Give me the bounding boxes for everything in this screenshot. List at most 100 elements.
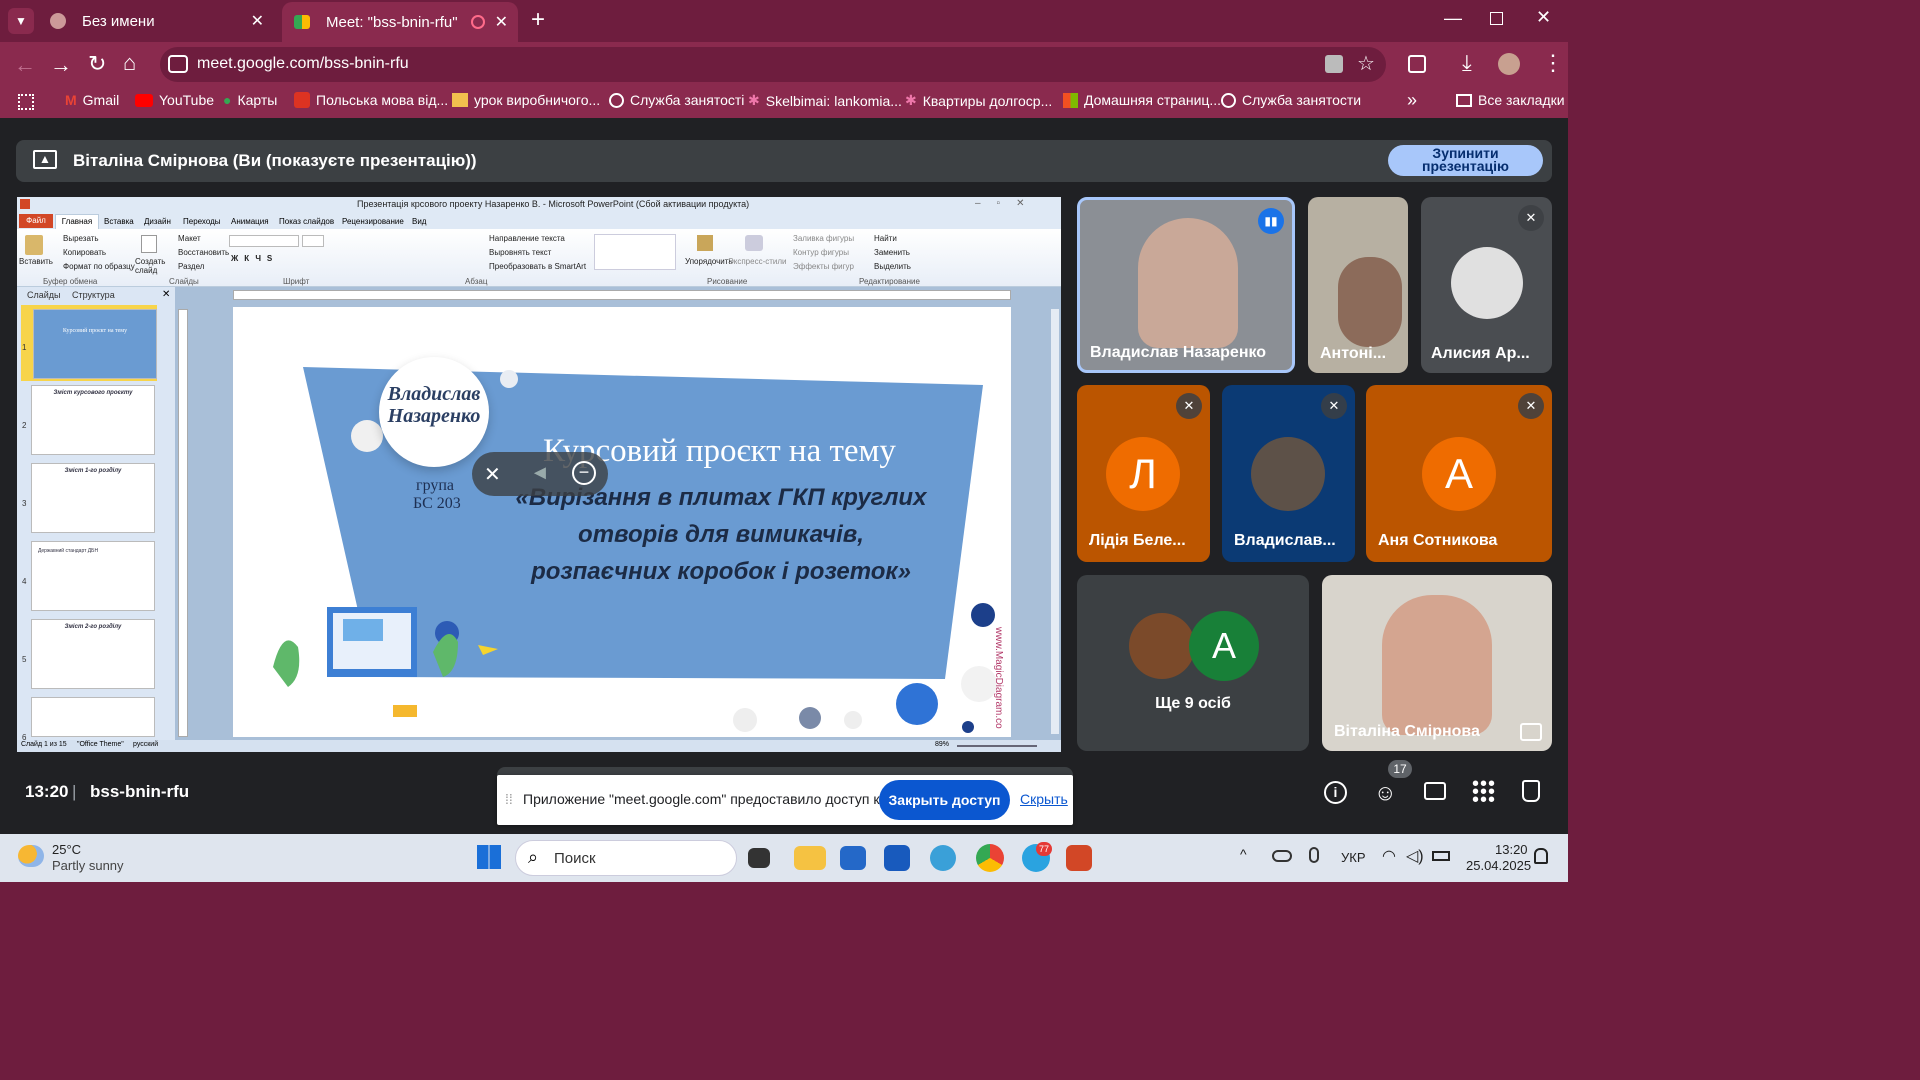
- cut-button[interactable]: Вырезать: [63, 234, 99, 243]
- tab-untitled[interactable]: Без имени ✕: [44, 0, 274, 42]
- more-participants-tile[interactable]: A Ще 9 осіб: [1077, 575, 1309, 751]
- ppt-tab-slideshow[interactable]: Показ слайдов: [279, 217, 334, 226]
- bookmark-employment[interactable]: Служба занятості: [609, 92, 744, 108]
- new-tab-icon[interactable]: +: [531, 6, 545, 34]
- microphone-icon[interactable]: [1309, 847, 1319, 863]
- back-icon[interactable]: ←: [14, 52, 36, 78]
- participant-tile[interactable]: А ✕ Аня Сотникова: [1366, 385, 1552, 562]
- start-icon[interactable]: [477, 845, 501, 869]
- participant-tile[interactable]: Віталіна Смірнова: [1322, 575, 1552, 751]
- editor-scrollbar[interactable]: [1051, 309, 1059, 734]
- ppt-tab-insert[interactable]: Вставка: [104, 217, 134, 226]
- tab-slides[interactable]: Слайды: [27, 290, 61, 300]
- participant-tile[interactable]: ▮▮ Владислав Назаренко: [1077, 197, 1295, 373]
- media-player-icon[interactable]: [930, 845, 956, 871]
- shape-fill-button[interactable]: Заливка фигуры: [793, 234, 854, 243]
- minimize-icon[interactable]: —: [1444, 8, 1462, 29]
- shapes-gallery[interactable]: [594, 234, 676, 270]
- wifi-icon[interactable]: ◠: [1382, 846, 1396, 866]
- new-slide-button[interactable]: Создать слайд: [135, 257, 165, 275]
- forward-icon[interactable]: →: [50, 52, 72, 78]
- home-icon[interactable]: ⌂: [123, 50, 136, 76]
- remove-icon[interactable]: −: [572, 461, 596, 485]
- bookmark-maps[interactable]: ● Карты: [223, 92, 277, 108]
- bookmark-skelbimai[interactable]: ✱ Skelbimai: lankomia...: [748, 92, 902, 109]
- shape-outline-button[interactable]: Контур фигуры: [793, 248, 849, 257]
- align-text-button[interactable]: Выровнять текст: [489, 248, 551, 257]
- paste-button[interactable]: Вставить: [19, 257, 53, 266]
- text-direction-button[interactable]: Направление текста: [489, 234, 565, 243]
- weather-icon[interactable]: [18, 845, 44, 867]
- close-tab-icon[interactable]: ✕: [495, 12, 508, 32]
- find-button[interactable]: Найти: [874, 234, 897, 243]
- replace-button[interactable]: Заменить: [874, 248, 910, 257]
- status-zoom[interactable]: 89%: [935, 741, 949, 748]
- onedrive-icon[interactable]: [1272, 850, 1292, 862]
- shape-effects-button[interactable]: Эффекты фигур: [793, 262, 854, 271]
- bookmark-youtube[interactable]: YouTube: [135, 92, 214, 108]
- arrange-button[interactable]: Упорядочить: [685, 257, 733, 266]
- ppt-tab-home[interactable]: Главная: [55, 214, 99, 230]
- hide-link[interactable]: Скрыть: [1020, 791, 1068, 807]
- file-explorer-icon[interactable]: [794, 846, 826, 870]
- more-bookmarks-icon[interactable]: »: [1407, 90, 1417, 111]
- profile-avatar[interactable]: [1498, 53, 1520, 75]
- people-icon[interactable]: ☺: [1374, 780, 1396, 806]
- info-icon[interactable]: i: [1324, 781, 1347, 804]
- ppt-tab-review[interactable]: Рецензирование: [342, 217, 404, 226]
- ppt-tab-design[interactable]: Дизайн: [144, 217, 171, 226]
- participant-tile[interactable]: Антоні...: [1308, 197, 1408, 373]
- font-size-box[interactable]: [302, 235, 324, 247]
- zoom-slider[interactable]: [957, 745, 1037, 747]
- clock-date[interactable]: 25.04.2025: [1466, 858, 1531, 873]
- download-icon[interactable]: ⤓: [1462, 50, 1472, 76]
- reload-icon[interactable]: ↻: [88, 51, 106, 77]
- ppt-tab-file[interactable]: Файл: [19, 214, 53, 228]
- copy-button[interactable]: Копировать: [63, 248, 106, 257]
- battery-icon[interactable]: [1432, 851, 1450, 861]
- slide-thumb-2[interactable]: Зміст курсового проєкту: [31, 385, 155, 455]
- weather-temp[interactable]: 25°C: [52, 842, 81, 857]
- activities-icon[interactable]: ••• ••• •••: [1472, 774, 1496, 810]
- store-icon[interactable]: [840, 846, 866, 870]
- ppt-tab-view[interactable]: Вид: [412, 217, 426, 226]
- quick-styles-button[interactable]: Экспресс-стили: [728, 257, 787, 266]
- close-tab-icon[interactable]: ✕: [251, 11, 264, 31]
- all-bookmarks[interactable]: Все закладки: [1456, 92, 1565, 108]
- star-icon[interactable]: ☆: [1357, 51, 1375, 76]
- slide-thumb-5[interactable]: Зміст 2-го розділу: [31, 619, 155, 689]
- ppt-window-controls[interactable]: –▫✕: [975, 198, 1041, 209]
- extensions-icon[interactable]: [1408, 55, 1426, 73]
- tab-meet[interactable]: Meet: "bss-bnin-rfu" ✕: [282, 2, 518, 42]
- slide-thumb-1[interactable]: Курсовий проєкт на тему: [33, 309, 157, 379]
- menu-icon[interactable]: ⋮: [1542, 50, 1564, 76]
- input-language[interactable]: УКР: [1341, 850, 1366, 865]
- bookmark-gmail[interactable]: M Gmail: [65, 92, 119, 108]
- slide-thumb-3[interactable]: Зміст 1-го розділу: [31, 463, 155, 533]
- host-controls-icon[interactable]: [1522, 780, 1540, 802]
- tray-chevron-icon[interactable]: ^: [1240, 846, 1247, 862]
- font-format-buttons[interactable]: ЖКЧS: [231, 254, 278, 263]
- ppt-tab-animation[interactable]: Анимация: [231, 217, 269, 226]
- apps-icon[interactable]: [18, 94, 34, 110]
- mute-off-icon[interactable]: ◄: [530, 462, 550, 485]
- new-slide-icon[interactable]: [141, 235, 157, 253]
- close-window-icon[interactable]: ✕: [1536, 7, 1551, 28]
- bookmark-polish[interactable]: Польська мова від...: [294, 92, 448, 108]
- tab-search-icon[interactable]: ▼: [8, 8, 34, 34]
- pin-off-icon[interactable]: ✕: [484, 462, 501, 487]
- paste-icon[interactable]: [25, 235, 43, 255]
- smartart-button[interactable]: Преобразовать в SmartArt: [489, 262, 586, 271]
- chrome-icon[interactable]: [976, 844, 1004, 872]
- bookmark-home[interactable]: Домашняя страниц...: [1063, 92, 1221, 108]
- close-access-button[interactable]: Закрыть доступ: [879, 780, 1010, 820]
- restore-icon[interactable]: [1490, 12, 1503, 25]
- bookmark-employment-2[interactable]: Служба занятости: [1221, 92, 1361, 108]
- participant-tile[interactable]: ✕ Владислав...: [1222, 385, 1355, 562]
- notifications-icon[interactable]: [1534, 848, 1548, 864]
- participant-tile[interactable]: Л ✕ Лідія Беле...: [1077, 385, 1210, 562]
- task-view-icon[interactable]: [748, 848, 770, 868]
- powerpoint-icon[interactable]: [1066, 845, 1092, 871]
- chat-icon[interactable]: [1424, 782, 1446, 800]
- slide-thumb-4[interactable]: Державний стандарт ДБН: [31, 541, 155, 611]
